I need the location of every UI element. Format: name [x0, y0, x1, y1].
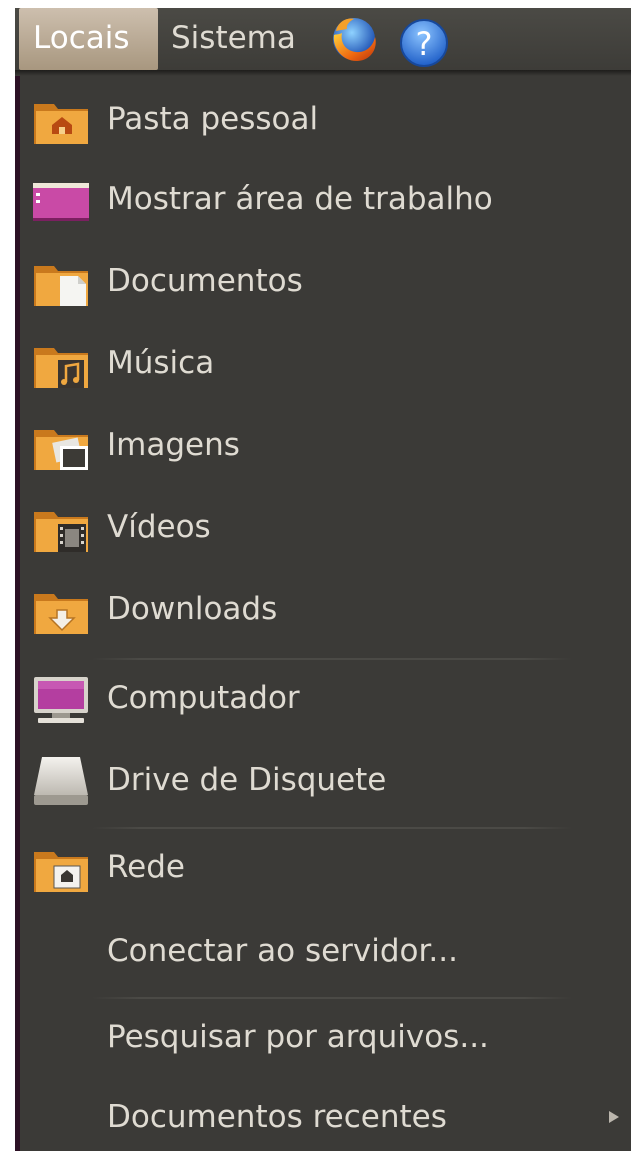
panel-shadow: [15, 70, 631, 76]
documents-folder-icon: [34, 266, 88, 306]
menu-item-imagens[interactable]: Imagens: [20, 406, 631, 484]
top-panel: Locais Sistema ?: [15, 8, 631, 70]
computer-icon: [34, 677, 88, 723]
menu-locais[interactable]: Locais: [19, 8, 158, 70]
menu-item-videos[interactable]: Vídeos: [20, 488, 631, 566]
network-folder-icon: [34, 852, 88, 892]
menu-item-label: Rede: [107, 849, 185, 885]
menu-item-label: Documentos recentes: [107, 1099, 447, 1135]
menu-item-label: Mostrar área de trabalho: [107, 181, 493, 217]
videos-folder-icon: [34, 512, 88, 552]
home-folder-icon: [34, 104, 88, 144]
menu-item-label: Imagens: [107, 427, 240, 463]
help-icon[interactable]: ?: [397, 17, 451, 69]
menu-item-label: Conectar ao servidor...: [107, 933, 458, 969]
menu-item-conectar-ao-servidor[interactable]: Conectar ao servidor...: [20, 912, 631, 990]
firefox-icon[interactable]: [328, 13, 380, 65]
floppy-drive-icon: [34, 757, 88, 805]
screen: Locais Sistema ? Pasta pessoal Mostrar á…: [15, 8, 631, 1151]
menu-item-pesquisar-por-arquivos[interactable]: Pesquisar por arquivos...: [20, 998, 631, 1076]
menu-item-label: Downloads: [107, 591, 278, 627]
menu-sistema[interactable]: Sistema: [171, 8, 296, 70]
menu-item-label: Música: [107, 345, 215, 381]
submenu-arrow-icon: [609, 1111, 619, 1123]
help-glyph: ?: [416, 25, 433, 63]
menu-item-label: Drive de Disquete: [107, 762, 387, 798]
menu-item-rede[interactable]: Rede: [20, 828, 631, 906]
menu-item-downloads[interactable]: Downloads: [20, 570, 631, 648]
menu-item-label: Pasta pessoal: [107, 101, 319, 137]
menu-item-label: Vídeos: [107, 509, 211, 545]
menu-item-computador[interactable]: Computador: [20, 659, 631, 737]
desktop-icon: [33, 183, 89, 221]
menu-item-musica[interactable]: Música: [20, 324, 631, 402]
menu-item-mostrar-area-de-trabalho[interactable]: Mostrar área de trabalho: [20, 160, 631, 238]
pictures-folder-icon: [34, 430, 88, 470]
menu-item-label: Pesquisar por arquivos...: [107, 1019, 489, 1055]
menu-item-label: Documentos: [107, 263, 303, 299]
music-folder-icon: [34, 348, 88, 388]
menu-item-label: Computador: [107, 680, 300, 716]
menu-item-pasta-pessoal[interactable]: Pasta pessoal: [20, 80, 631, 158]
menu-item-drive-de-disquete[interactable]: Drive de Disquete: [20, 741, 631, 819]
menu-item-documentos-recentes[interactable]: Documentos recentes: [20, 1078, 631, 1151]
downloads-folder-icon: [34, 594, 88, 634]
menu-item-documentos[interactable]: Documentos: [20, 242, 631, 320]
